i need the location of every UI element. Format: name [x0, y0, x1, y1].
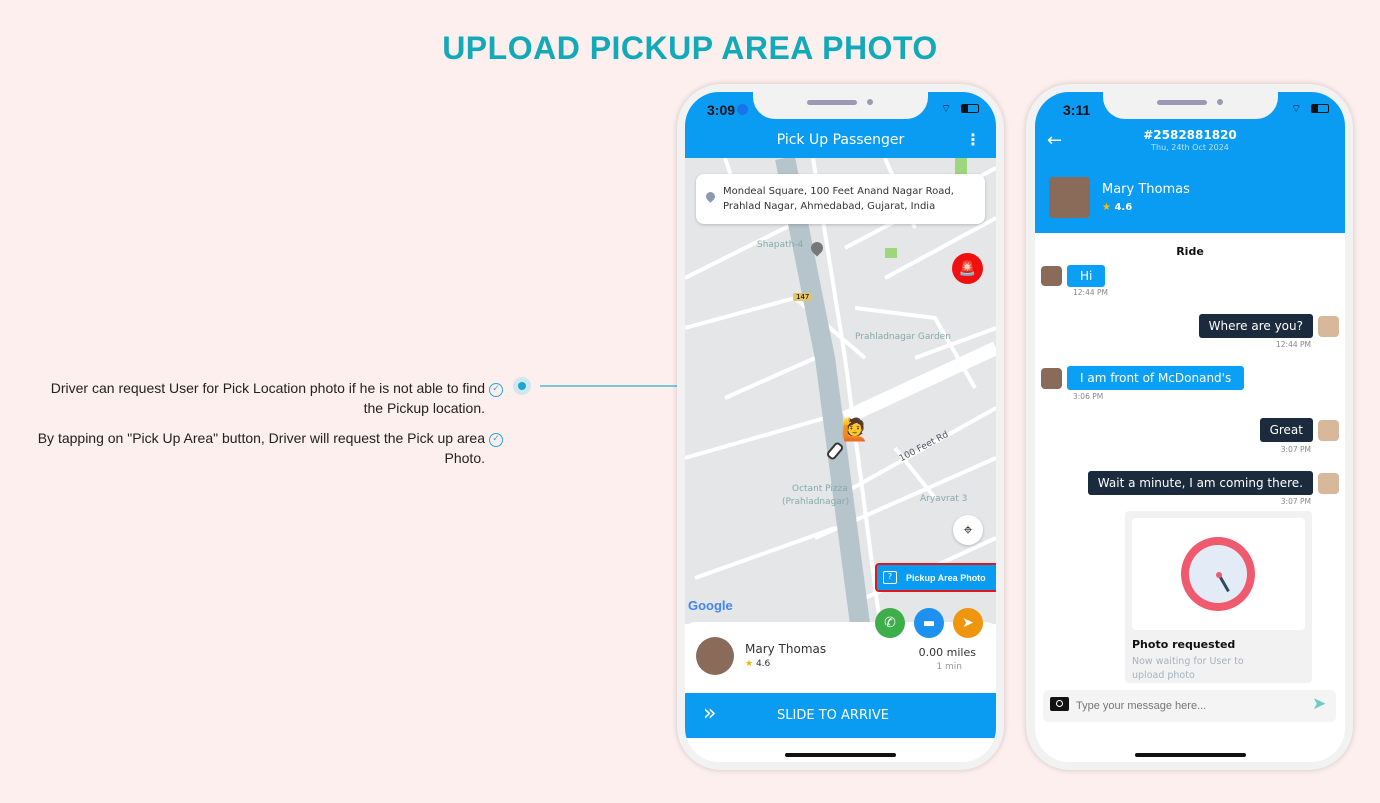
address-card[interactable]: Mondeal Square, 100 Feet Anand Nagar Roa…	[696, 174, 985, 224]
driver-avatar-small	[1318, 473, 1339, 494]
send-icon[interactable]: ➤	[1312, 694, 1326, 714]
slide-to-arrive[interactable]: » SLIDE TO ARRIVE	[685, 693, 996, 738]
header-title: Pick Up Passenger	[776, 132, 905, 148]
call-button[interactable]: ✆	[875, 608, 905, 638]
battery-icon	[961, 104, 979, 113]
my-location-icon[interactable]: ⌖	[953, 515, 983, 545]
google-logo: Google	[688, 598, 733, 613]
map-label-pizza: Octant Pizza	[792, 484, 848, 494]
message-bubble: Hi	[1067, 265, 1106, 287]
check-icon: ✓	[489, 383, 503, 397]
chat-screen: 3:11 ⌔ ← #2582881820 Thu, 24th Oct 2024 …	[1035, 92, 1345, 762]
connector-line	[540, 385, 680, 387]
passenger-marker-icon: 🙋	[841, 418, 869, 443]
star-icon: ★	[1102, 202, 1111, 213]
connector-dot	[513, 377, 531, 395]
clock-icon	[1181, 537, 1255, 611]
battery-icon	[1311, 104, 1329, 113]
status-time: 3:11	[1063, 102, 1091, 118]
location-arrow-icon	[737, 104, 748, 115]
section-label: Ride	[1176, 245, 1204, 258]
clock-illustration	[1132, 518, 1305, 630]
pickup-area-photo-label: Pickup Area Photo	[906, 572, 986, 583]
address-text: Mondeal Square, 100 Feet Anand Nagar Roa…	[723, 186, 954, 212]
map-label-pizza-area: (Prahladnagar)	[782, 497, 850, 507]
chat-button[interactable]: ▬	[914, 608, 944, 638]
wifi-icon: ⌔	[941, 102, 952, 115]
passenger-name: Mary Thomas	[745, 642, 827, 656]
notch	[753, 92, 928, 119]
sos-alarm-icon[interactable]: 🚨	[952, 253, 983, 284]
camera-icon[interactable]	[1050, 697, 1069, 711]
message-time: 12:44 PM	[1276, 340, 1311, 349]
slide-label: SLIDE TO ARRIVE	[777, 708, 889, 723]
message-input-bar[interactable]: ➤	[1043, 690, 1336, 722]
user-avatar-small	[1041, 266, 1062, 286]
ride-date: Thu, 24th Oct 2024	[1151, 143, 1229, 152]
navigate-button[interactable]: ➤	[953, 608, 983, 638]
ride-id: #2582881820	[1143, 128, 1237, 142]
message-bubble: I am front of McDonand's	[1067, 366, 1245, 390]
user-avatar-small	[1041, 368, 1062, 389]
feature-note-1: Driver can request User for Pick Locatio…	[50, 380, 485, 416]
message-bubble: Where are you?	[1198, 314, 1313, 338]
notch	[1103, 92, 1278, 119]
message-bubble: Great	[1259, 418, 1313, 442]
map-label-aryavrat: Aryavrat 3	[920, 494, 968, 504]
message-input[interactable]	[1076, 696, 1296, 716]
pickup-area-photo-button[interactable]: ? Pickup Area Photo	[875, 563, 996, 592]
driver-screen: 3:09 ⌔ Pick Up Passenger ⋮ Shapath-4 147…	[685, 92, 996, 762]
user-avatar	[1049, 177, 1090, 218]
location-pin-icon	[704, 190, 717, 203]
more-menu-icon[interactable]: ⋮	[965, 130, 981, 149]
map-view[interactable]	[685, 158, 996, 624]
distance: 0.00 miles	[918, 646, 976, 659]
driver-avatar-small	[1318, 316, 1339, 337]
message-time: 3:06 PM	[1073, 392, 1104, 401]
user-rating: 4.6	[1114, 202, 1133, 213]
road-badge: 147	[793, 293, 813, 301]
photo-request-title: Photo requested	[1132, 638, 1236, 651]
wifi-icon: ⌔	[1291, 102, 1302, 115]
map-label-shapath: Shapath-4	[757, 240, 804, 250]
passenger-rating: 4.6	[755, 659, 771, 669]
status-time: 3:09	[707, 102, 736, 118]
question-chat-icon: ?	[883, 571, 897, 584]
home-indicator	[1135, 753, 1246, 757]
photo-request-card: Photo requested Now waiting for User to …	[1125, 511, 1312, 683]
photo-request-subtitle: Now waiting for User to upload photo	[1132, 656, 1244, 681]
user-name: Mary Thomas	[1102, 182, 1190, 197]
star-icon: ★	[745, 659, 754, 669]
message-time: 3:07 PM	[1280, 445, 1311, 454]
check-icon: ✓	[489, 433, 503, 447]
message-bubble: Wait a minute, I am coming there.	[1087, 471, 1313, 495]
message-time: 3:07 PM	[1280, 497, 1311, 506]
eta: 1 min	[936, 662, 962, 672]
map-label-garden: Prahladnagar Garden	[855, 332, 951, 342]
passenger-avatar	[696, 637, 734, 675]
message-time: 12:44 PM	[1073, 288, 1108, 297]
page-title: UPLOAD PICKUP AREA PHOTO	[442, 30, 938, 66]
driver-avatar-small	[1318, 420, 1339, 441]
feature-note-2: By tapping on "Pick Up Area" button, Dri…	[37, 430, 485, 466]
home-indicator	[785, 753, 896, 757]
